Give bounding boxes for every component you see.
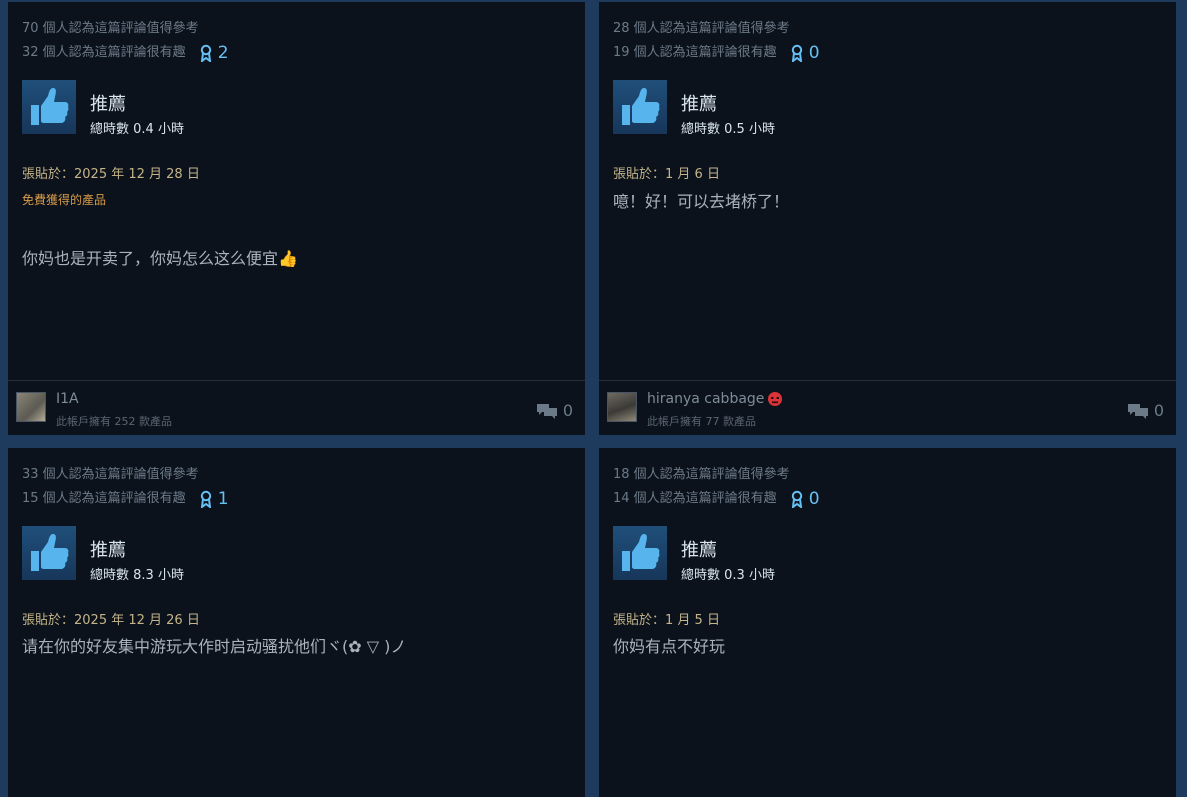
helpful-count: 28 個人認為這篇評論值得參考 — [613, 21, 790, 36]
funny-count: 15 個人認為這篇評論很有趣 — [22, 491, 186, 506]
award-count: 0 — [808, 489, 820, 509]
helpful-count: 70 個人認為這篇評論值得參考 — [22, 21, 199, 36]
thumbs-up-icon[interactable] — [613, 526, 667, 580]
review-card: 28 個人認為這篇評論值得參考 19 個人認為這篇評論很有趣 0 推薦 總時數 … — [599, 2, 1176, 435]
funny-count: 14 個人認為這篇評論很有趣 — [613, 491, 777, 506]
award-ribbon-icon — [200, 44, 211, 62]
comments-button[interactable]: 0 — [536, 401, 573, 420]
hours-label: 總時數 — [681, 568, 721, 583]
playtime: 總時數 0.5 小時 — [681, 118, 775, 137]
angry-face-emoji-icon — [768, 392, 783, 406]
posted-date: 張貼於：2025 年 12 月 28 日 — [22, 167, 200, 182]
vote-summary: 28 個人認為這篇評論值得參考 19 個人認為這篇評論很有趣 0 — [613, 17, 820, 65]
review-author-bar: I1A 此帳戶擁有 252 款產品 0 — [8, 380, 585, 435]
hours-unit: 小時 — [157, 122, 184, 137]
thumbs-up-icon[interactable] — [22, 80, 76, 134]
thumbs-up-icon[interactable] — [613, 80, 667, 134]
hours-value: 0.5 — [724, 122, 745, 137]
author-name[interactable]: I1A — [56, 391, 79, 407]
review-card: 70 個人認為這篇評論值得參考 32 個人認為這篇評論很有趣 2 推薦 總時數 … — [8, 2, 585, 435]
vote-summary: 18 個人認為這篇評論值得參考 14 個人認為這篇評論很有趣 0 — [613, 463, 820, 511]
hours-unit: 小時 — [748, 122, 775, 137]
review-card: 18 個人認為這篇評論值得參考 14 個人認為這篇評論很有趣 0 推薦 總時數 … — [599, 448, 1176, 797]
author-name[interactable]: hiranya cabbage — [647, 391, 764, 407]
avatar[interactable] — [16, 392, 46, 422]
funny-count: 19 個人認為這篇評論很有趣 — [613, 45, 777, 60]
helpful-count: 33 個人認為這篇評論值得參考 — [22, 467, 199, 482]
review-author-bar: hiranya cabbage 此帳戶擁有 77 款產品 0 — [599, 380, 1176, 435]
review-text: 噫！好！可以去堵桥了！ — [613, 192, 790, 211]
author-name-wrap[interactable]: hiranya cabbage — [647, 391, 783, 407]
review-text: 请在你的好友集中游玩大作时启动骚扰他们ヾ(✿ ▽ )ノ — [22, 637, 407, 656]
review-text: 你妈有点不好玩 — [613, 637, 726, 656]
playtime: 總時數 0.3 小時 — [681, 564, 775, 583]
comment-bubbles-icon — [1127, 403, 1148, 419]
hours-value: 0.3 — [724, 568, 745, 583]
comments-button[interactable]: 0 — [1127, 401, 1164, 420]
review-verdict[interactable]: 推薦 — [681, 90, 717, 116]
award-ribbon-icon — [791, 44, 802, 62]
comment-count: 0 — [1153, 401, 1164, 420]
hours-label: 總時數 — [90, 122, 130, 137]
award-count: 1 — [217, 489, 229, 509]
hours-unit: 小時 — [748, 568, 775, 583]
review-verdict[interactable]: 推薦 — [681, 536, 717, 562]
vote-summary: 33 個人認為這篇評論值得參考 15 個人認為這篇評論很有趣 1 — [22, 463, 229, 511]
award-button[interactable]: 1 — [200, 487, 229, 511]
award-button[interactable]: 2 — [200, 41, 229, 65]
review-verdict[interactable]: 推薦 — [90, 90, 126, 116]
hours-label: 總時數 — [90, 568, 130, 583]
review-verdict[interactable]: 推薦 — [90, 536, 126, 562]
playtime: 總時數 0.4 小時 — [90, 118, 184, 137]
vote-summary: 70 個人認為這篇評論值得參考 32 個人認為這篇評論很有趣 2 — [22, 17, 229, 65]
hours-value: 8.3 — [133, 568, 154, 583]
helpful-count: 18 個人認為這篇評論值得參考 — [613, 467, 790, 482]
thumbs-up-icon[interactable] — [22, 526, 76, 580]
posted-date: 張貼於：1 月 5 日 — [613, 613, 720, 628]
award-ribbon-icon — [791, 490, 802, 508]
posted-date: 張貼於：2025 年 12 月 26 日 — [22, 613, 200, 628]
review-card: 33 個人認為這篇評論值得參考 15 個人認為這篇評論很有趣 1 推薦 總時數 … — [8, 448, 585, 797]
award-count: 0 — [808, 43, 820, 63]
comment-bubbles-icon — [536, 403, 557, 419]
free-product-label: 免費獲得的產品 — [22, 193, 107, 207]
award-button[interactable]: 0 — [791, 41, 820, 65]
comment-count: 0 — [562, 401, 573, 420]
owned-products: 此帳戶擁有 77 款產品 — [647, 415, 756, 428]
avatar[interactable] — [607, 392, 637, 422]
award-button[interactable]: 0 — [791, 487, 820, 511]
hours-unit: 小時 — [157, 568, 184, 583]
award-count: 2 — [217, 43, 229, 63]
posted-date: 張貼於：1 月 6 日 — [613, 167, 720, 182]
funny-count: 32 個人認為這篇評論很有趣 — [22, 45, 186, 60]
award-ribbon-icon — [200, 490, 211, 508]
hours-value: 0.4 — [133, 122, 154, 137]
review-text: 你妈也是开卖了，你妈怎么这么便宜👍 — [22, 249, 298, 268]
owned-products: 此帳戶擁有 252 款產品 — [56, 415, 172, 428]
playtime: 總時數 8.3 小時 — [90, 564, 184, 583]
hours-label: 總時數 — [681, 122, 721, 137]
